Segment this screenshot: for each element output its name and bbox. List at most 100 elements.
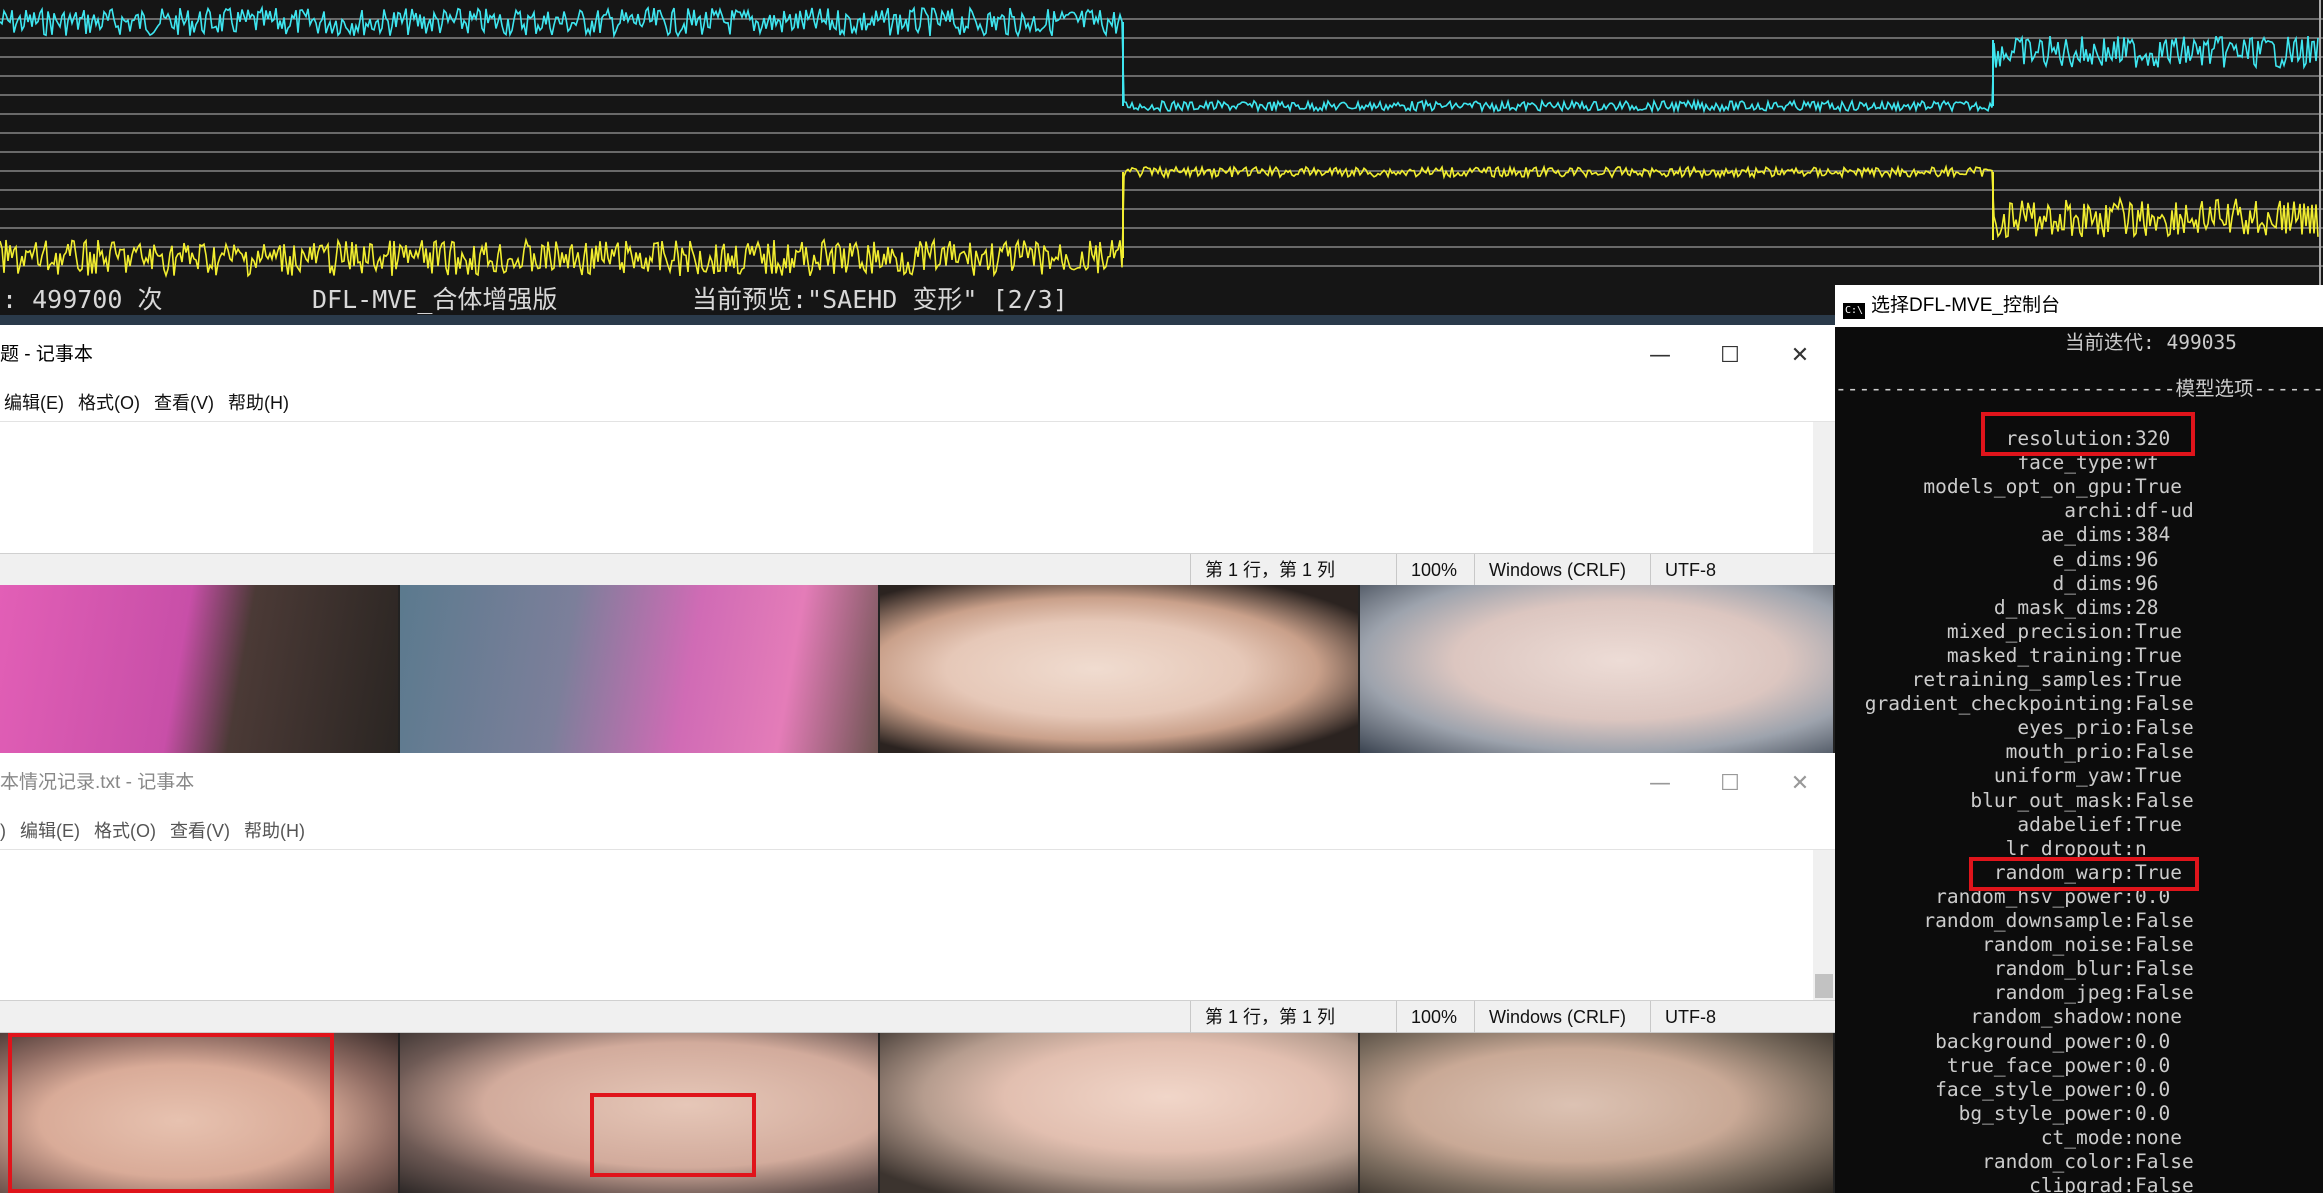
option-value: 96 <box>2135 571 2159 595</box>
option-row: random_downsample: False <box>1835 909 2323 933</box>
menu-view[interactable]: 查看(V) <box>170 813 230 849</box>
option-value: True <box>2135 475 2182 499</box>
minimize-button[interactable]: — <box>1625 753 1695 813</box>
option-key: gradient_checkpointing <box>1864 692 2123 716</box>
option-key: uniform_yaw <box>1993 764 2123 788</box>
option-row: d_dims: 96 <box>1835 572 2323 596</box>
option-value: False <box>2135 957 2194 981</box>
maximize-button[interactable]: ☐ <box>1695 325 1765 385</box>
window-controls: — ☐ ✕ <box>1625 753 1835 813</box>
option-value: False <box>2135 740 2194 764</box>
console-window[interactable]: C:\ 选择DFL-MVE_控制台 当前迭代: 499035 ----------… <box>1835 285 2323 1193</box>
option-value: False <box>2135 716 2194 740</box>
line-ending: Windows (CRLF) <box>1474 554 1626 586</box>
maximize-button[interactable]: ☐ <box>1695 753 1765 813</box>
option-row: clipgrad: False <box>1835 1174 2323 1193</box>
option-value: True <box>2135 812 2182 836</box>
option-key: random_warp <box>1993 860 2123 884</box>
option-key: retraining_samples <box>1911 668 2123 691</box>
option-key: random_noise <box>1982 933 2123 957</box>
option-row: mouth_prio: False <box>1835 740 2323 764</box>
close-button[interactable]: ✕ <box>1765 325 1835 385</box>
cmd-icon: C:\ <box>1843 303 1865 319</box>
option-row: adabelief: True <box>1835 813 2323 837</box>
text-editor[interactable] <box>0 421 1835 556</box>
close-button[interactable]: ✕ <box>1765 753 1835 813</box>
face-thumbnail <box>0 1033 400 1193</box>
option-row: background_power: 0.0 <box>1835 1030 2323 1054</box>
vertical-scrollbar[interactable] <box>1813 422 1835 556</box>
option-value: 96 <box>2135 547 2159 571</box>
option-row: masked_training: True <box>1835 644 2323 668</box>
console-title-bar: C:\ 选择DFL-MVE_控制台 <box>1835 285 2323 327</box>
option-value: False <box>2135 981 2194 1005</box>
option-key: blur_out_mask <box>1970 788 2123 812</box>
face-thumbnail <box>0 585 400 753</box>
option-row: d_mask_dims: 28 <box>1835 596 2323 620</box>
minimize-button[interactable]: — <box>1625 325 1695 385</box>
option-key: models_opt_on_gpu <box>1923 475 2123 499</box>
menu-help[interactable]: 帮助(H) <box>244 813 305 849</box>
notepad-title: 本情况记录.txt - 记事本 <box>0 772 195 793</box>
menu-edit[interactable]: 编辑(E) <box>4 385 64 421</box>
option-value: n <box>2135 836 2147 860</box>
option-value: 384 <box>2135 523 2171 547</box>
face-thumbnail <box>1360 1033 1835 1193</box>
option-row: face_style_power: 0.0 <box>1835 1078 2323 1102</box>
scrollbar-thumb[interactable] <box>1815 974 1833 998</box>
option-row: eyes_prio: False <box>1835 716 2323 740</box>
option-row: random_blur: False <box>1835 957 2323 981</box>
face-thumbnail <box>1360 585 1835 753</box>
option-row: random_color: False <box>1835 1150 2323 1174</box>
face-thumbnail <box>880 1033 1360 1193</box>
option-row: random_shadow: none <box>1835 1005 2323 1029</box>
menu-bar: 编辑(E) 格式(O) 查看(V) 帮助(H) <box>0 385 303 421</box>
option-value: True <box>2135 764 2182 788</box>
menu-format[interactable]: 格式(O) <box>78 385 140 421</box>
text-editor[interactable] <box>0 849 1835 1000</box>
face-thumbnail <box>880 585 1360 753</box>
zoom-level: 100% <box>1396 554 1457 586</box>
option-value: True <box>2135 668 2182 691</box>
encoding: UTF-8 <box>1650 1001 1716 1033</box>
option-row: lr_dropout: n <box>1835 837 2323 861</box>
iteration-count: : 499700 次 <box>2 285 163 314</box>
option-key: background_power <box>1935 1029 2123 1053</box>
option-key: mixed_precision <box>1946 619 2123 643</box>
option-row: e_dims: 96 <box>1835 548 2323 572</box>
option-key: mouth_prio <box>2005 740 2123 764</box>
notepad-window-2[interactable]: 本情况记录.txt - 记事本 — ☐ ✕ ) 编辑(E) 格式(O) 查看(V… <box>0 753 1835 1033</box>
option-key: adabelief <box>2017 812 2123 836</box>
menu-view[interactable]: 查看(V) <box>154 385 214 421</box>
option-key: clipgrad <box>2029 1174 2123 1193</box>
option-row: face_type: wf <box>1835 451 2323 475</box>
menu-edit[interactable]: 编辑(E) <box>20 813 80 849</box>
option-key: d_dims <box>2052 571 2123 595</box>
option-row: archi: df-ud <box>1835 499 2323 523</box>
menu-file-tail[interactable]: ) <box>0 813 6 849</box>
option-key: random_hsv_power <box>1935 884 2123 908</box>
option-key: e_dims <box>2052 547 2123 571</box>
vertical-scrollbar[interactable] <box>1813 850 1835 1000</box>
face-preview-row-1 <box>0 585 1835 753</box>
current-iteration: 当前迭代: 499035 <box>2065 331 2237 354</box>
option-value: 28 <box>2135 595 2159 619</box>
status-bar: 第 1 行，第 1 列 100% Windows (CRLF) UTF-8 <box>0 553 1835 586</box>
cursor-position: 第 1 行，第 1 列 <box>1190 1001 1335 1033</box>
option-value: 0.0 <box>2135 884 2171 908</box>
option-key: true_face_power <box>1946 1053 2123 1077</box>
notepad-window-1[interactable]: 题 - 记事本 — ☐ ✕ 编辑(E) 格式(O) 查看(V) 帮助(H) 第 … <box>0 325 1835 586</box>
menu-help[interactable]: 帮助(H) <box>228 385 289 421</box>
menu-format[interactable]: 格式(O) <box>94 813 156 849</box>
option-value: 0.0 <box>2135 1029 2171 1053</box>
option-key: random_shadow <box>1970 1005 2123 1029</box>
app-name: DFL-MVE_合体增强版 <box>312 285 558 314</box>
option-row: gradient_checkpointing: False <box>1835 692 2323 716</box>
option-row: random_jpeg: False <box>1835 981 2323 1005</box>
encoding: UTF-8 <box>1650 554 1716 586</box>
cursor-position: 第 1 行，第 1 列 <box>1190 554 1335 586</box>
face-thumbnail <box>400 1033 880 1193</box>
line-ending: Windows (CRLF) <box>1474 1001 1626 1033</box>
option-value: 0.0 <box>2135 1053 2171 1077</box>
option-value: df-ud <box>2135 499 2194 523</box>
